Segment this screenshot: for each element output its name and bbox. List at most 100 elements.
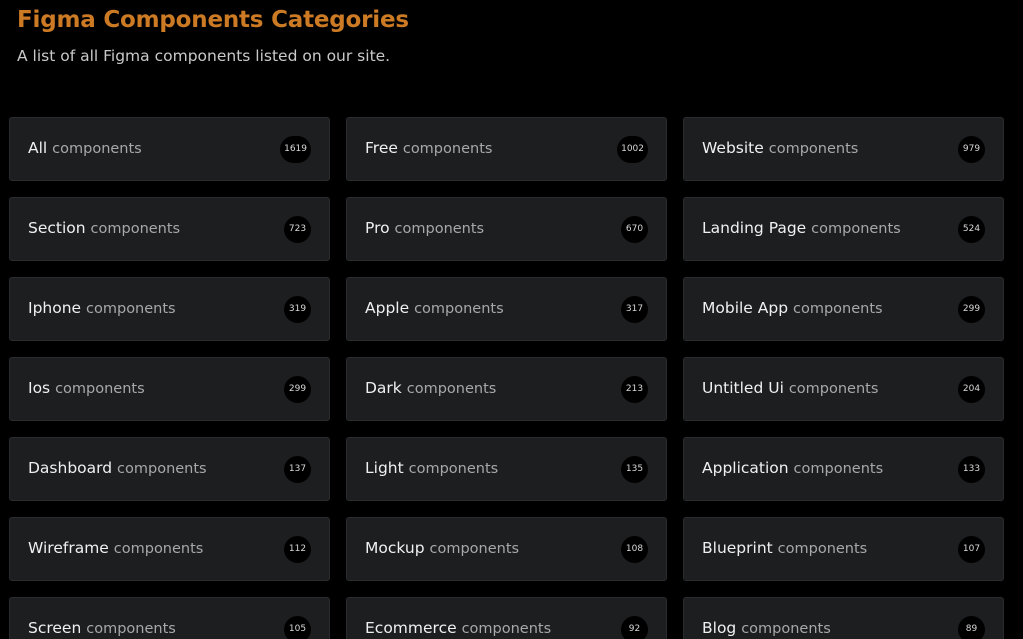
category-label: All components (28, 141, 142, 157)
category-card[interactable]: Free components 1002 (346, 117, 667, 181)
category-suffix: components (113, 541, 204, 558)
category-suffix: components (55, 381, 145, 398)
category-label: Free components (365, 141, 492, 157)
category-card[interactable]: Dashboard components 137 (9, 437, 330, 501)
count-badge: 107 (958, 535, 985, 563)
category-name: All (28, 139, 48, 158)
category-label: Mobile App components (702, 301, 883, 317)
category-suffix: components (86, 621, 176, 638)
category-suffix: components (402, 141, 493, 158)
category-card[interactable]: Ecommerce components 92 (346, 597, 667, 639)
category-card[interactable]: Untitled Ui components 204 (683, 357, 1004, 421)
category-suffix: components (117, 461, 207, 478)
category-label: Mockup components (365, 541, 519, 557)
category-name: Iphone (28, 299, 82, 318)
category-card[interactable]: All components 1619 (9, 117, 330, 181)
category-label: Application components (702, 461, 883, 477)
category-name: Apple (365, 299, 410, 318)
category-suffix: components (788, 381, 879, 398)
category-label: Blueprint components (702, 541, 867, 557)
count-badge: 133 (958, 455, 985, 483)
category-name: Application (702, 459, 789, 478)
count-badge: 670 (621, 215, 648, 243)
category-grid: All components 1619 Free components 1002… (9, 117, 1004, 639)
count-badge: 137 (284, 455, 311, 483)
category-card[interactable]: Blueprint components 107 (683, 517, 1004, 581)
category-card[interactable]: Mockup components 108 (346, 517, 667, 581)
category-suffix: components (408, 461, 499, 478)
category-suffix: components (777, 541, 868, 558)
page-title: Figma Components Categories (17, 7, 409, 33)
count-badge: 524 (958, 215, 985, 243)
category-label: Apple components (365, 301, 504, 317)
category-card[interactable]: Iphone components 319 (9, 277, 330, 341)
category-card[interactable]: Mobile App components 299 (683, 277, 1004, 341)
count-badge: 112 (284, 535, 311, 563)
category-card[interactable]: Website components 979 (683, 117, 1004, 181)
category-name: Free (365, 139, 398, 158)
category-card[interactable]: Blog components 89 (683, 597, 1004, 639)
category-card[interactable]: Application components 133 (683, 437, 1004, 501)
page-subtitle: A list of all Figma components listed on… (17, 47, 391, 65)
category-label: Pro components (365, 221, 484, 237)
category-name: Ios (28, 379, 51, 398)
category-suffix: components (394, 221, 485, 238)
category-card[interactable]: Dark components 213 (346, 357, 667, 421)
count-badge: 92 (621, 615, 648, 639)
category-label: Section components (28, 221, 180, 237)
category-label: Landing Page components (702, 221, 901, 237)
category-name: Wireframe (28, 539, 109, 558)
category-suffix: components (406, 381, 497, 398)
count-badge: 317 (621, 295, 648, 323)
category-label: Light components (365, 461, 498, 477)
category-card[interactable]: Wireframe components 112 (9, 517, 330, 581)
category-card[interactable]: Pro components 670 (346, 197, 667, 261)
category-suffix: components (52, 141, 142, 158)
count-badge: 89 (958, 615, 985, 639)
category-name: Mockup (365, 539, 425, 558)
count-badge: 105 (284, 615, 311, 639)
category-name: Dark (365, 379, 402, 398)
category-suffix: components (86, 301, 176, 318)
count-badge: 135 (621, 455, 648, 483)
category-card[interactable]: Screen components 105 (9, 597, 330, 639)
count-badge: 108 (621, 535, 648, 563)
count-badge: 979 (958, 135, 985, 163)
category-label: Ecommerce components (365, 621, 551, 637)
count-badge: 204 (958, 375, 985, 403)
count-badge: 299 (284, 375, 311, 403)
category-name: Website (702, 139, 764, 158)
count-badge: 1619 (280, 135, 311, 163)
count-badge: 213 (621, 375, 648, 403)
count-badge: 723 (284, 215, 311, 243)
category-label: Blog components (702, 621, 831, 637)
category-label: Dashboard components (28, 461, 207, 477)
category-suffix: components (793, 301, 883, 318)
category-label: Iphone components (28, 301, 176, 317)
category-suffix: components (90, 221, 181, 238)
category-card[interactable]: Section components 723 (9, 197, 330, 261)
category-name: Untitled Ui (702, 379, 784, 398)
category-label: Wireframe components (28, 541, 203, 557)
category-suffix: components (741, 621, 831, 638)
category-card[interactable]: Apple components 317 (346, 277, 667, 341)
category-name: Pro (365, 219, 390, 238)
category-label: Untitled Ui components (702, 381, 878, 397)
category-card[interactable]: Ios components 299 (9, 357, 330, 421)
count-badge: 299 (958, 295, 985, 323)
category-name: Dashboard (28, 459, 113, 478)
category-card[interactable]: Light components 135 (346, 437, 667, 501)
count-badge: 1002 (617, 135, 648, 163)
category-suffix: components (793, 461, 884, 478)
category-label: Screen components (28, 621, 176, 637)
category-suffix: components (461, 621, 552, 638)
category-card[interactable]: Landing Page components 524 (683, 197, 1004, 261)
category-name: Screen (28, 619, 82, 638)
category-suffix: components (811, 221, 901, 238)
category-name: Landing Page (702, 219, 807, 238)
category-name: Light (365, 459, 404, 478)
category-name: Section (28, 219, 86, 238)
category-suffix: components (414, 301, 504, 318)
category-label: Website components (702, 141, 858, 157)
category-name: Blueprint (702, 539, 773, 558)
